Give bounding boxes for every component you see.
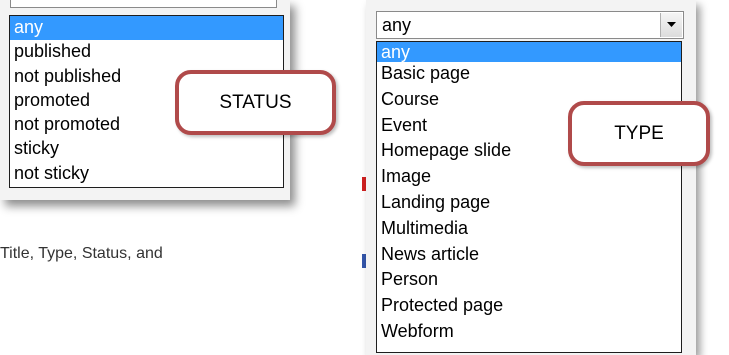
type-option-multimedia[interactable]: Multimedia bbox=[377, 217, 681, 243]
caption-text: Title, Type, Status, and bbox=[0, 245, 163, 262]
type-option-webform[interactable]: Webform bbox=[377, 320, 681, 346]
chevron-down-icon bbox=[667, 22, 676, 27]
status-option-any[interactable]: any bbox=[10, 16, 283, 41]
type-option-basic-page[interactable]: Basic page bbox=[377, 62, 681, 88]
type-select-button[interactable] bbox=[660, 13, 682, 37]
type-select-value: any bbox=[382, 15, 412, 35]
type-option-image[interactable]: Image bbox=[377, 165, 681, 191]
status-option-published[interactable]: published bbox=[10, 40, 283, 64]
status-select[interactable] bbox=[10, 0, 277, 8]
type-option-news-article[interactable]: News article bbox=[377, 243, 681, 269]
status-option-not-sticky[interactable]: not sticky bbox=[10, 162, 283, 186]
status-option-sticky[interactable]: sticky bbox=[10, 137, 283, 161]
type-option-protected-page[interactable]: Protected page bbox=[377, 294, 681, 320]
type-option-person[interactable]: Person bbox=[377, 268, 681, 294]
type-select[interactable]: any bbox=[376, 11, 684, 39]
type-options-list[interactable]: any Basic page Course Event Homepage sli… bbox=[376, 41, 682, 353]
type-option-any[interactable]: any bbox=[377, 42, 681, 62]
type-dropdown-panel: any any Basic page Course Event Homepage… bbox=[366, 0, 696, 355]
type-option-landing-page[interactable]: Landing page bbox=[377, 191, 681, 217]
type-callout: TYPE bbox=[568, 101, 710, 166]
status-callout: STATUS bbox=[175, 70, 336, 135]
